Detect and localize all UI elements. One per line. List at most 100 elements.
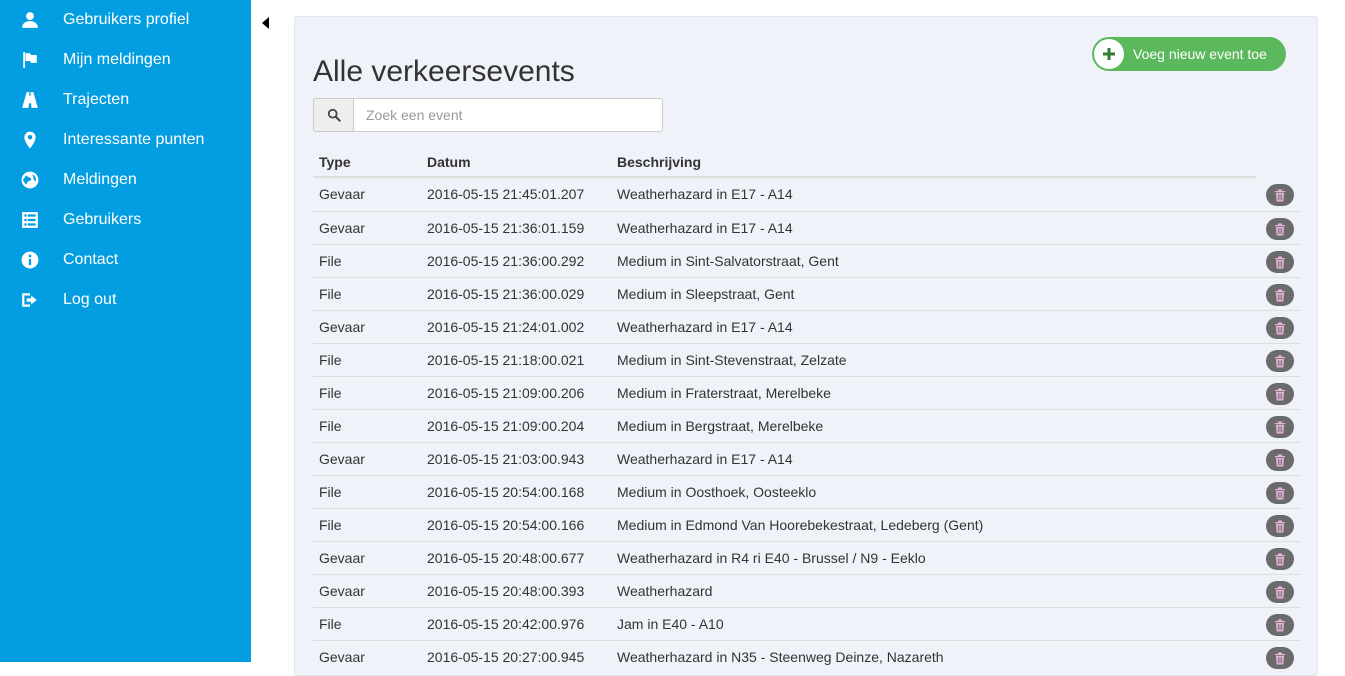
sidebar-item-gebruikers-profiel[interactable]: Gebruikers profiel [0,0,251,40]
cell-date: 2016-05-15 21:45:01.207 [427,186,585,202]
sidebar-item-label: Contact [63,251,119,268]
cell-date: 2016-05-15 20:27:00.945 [427,649,585,665]
cell-date: 2016-05-15 20:42:00.976 [427,616,585,632]
cell-date: 2016-05-15 21:09:00.206 [427,385,585,401]
delete-button[interactable] [1266,383,1294,405]
cell-description: Weatherhazard in R4 ri E40 - Brussel / N… [617,550,926,566]
table-row[interactable]: File 2016-05-15 21:36:00.292 Medium in Sin… [313,244,1300,277]
table-row[interactable]: Gevaar 2016-05-15 20:48:00.677 Weatherhaza… [313,541,1300,574]
sidebar-item-mijn-meldingen[interactable]: Mijn meldingen [0,40,251,80]
cell-description: Weatherhazard [617,583,713,599]
cell-date: 2016-05-15 21:36:00.292 [427,253,585,269]
table-row[interactable]: Gevaar 2016-05-15 21:45:01.207 Weatherhaza… [313,178,1300,211]
cell-description: Weatherhazard in E17 - A14 [617,451,793,467]
delete-button[interactable] [1266,515,1294,537]
delete-button[interactable] [1266,581,1294,603]
column-header-beschrijving[interactable]: Beschrijving [617,154,701,170]
table-row[interactable]: File 2016-05-15 21:18:00.021 Medium in Sin… [313,343,1300,376]
sidebar-item-gebruikers[interactable]: Gebruikers [0,200,251,240]
trash-icon [1275,487,1285,499]
trash-icon [1275,421,1285,433]
sidebar: Gebruikers profiel Mijn meldingen Trajec… [0,0,251,662]
sidebar-item-label: Interessante punten [63,131,205,148]
table-row[interactable]: File 2016-05-15 21:09:00.206 Medium in Fra… [313,376,1300,409]
sidebar-item-meldingen[interactable]: Meldingen [0,160,251,200]
delete-button[interactable] [1266,251,1294,273]
column-header-datum[interactable]: Datum [427,154,471,170]
delete-button[interactable] [1266,482,1294,504]
table-row[interactable]: Gevaar 2016-05-15 21:03:00.943 Weatherhaza… [313,442,1300,475]
cell-description: Medium in Edmond Van Hoorebekestraat, Le… [617,517,984,533]
cell-description: Medium in Sint-Stevenstraat, Zelzate [617,352,847,368]
table-row[interactable]: File 2016-05-15 21:09:00.204 Medium in Ber… [313,409,1300,442]
cell-type: File [319,616,342,632]
cell-type: Gevaar [319,186,365,202]
sidebar-item-log-out[interactable]: Log out [0,280,251,320]
table-row[interactable]: File 2016-05-15 20:54:00.168 Medium in Oos… [313,475,1300,508]
table-row[interactable]: Gevaar 2016-05-15 21:36:01.159 Weatherhaza… [313,211,1300,244]
search-group [313,98,663,132]
delete-button[interactable] [1266,647,1294,669]
road-icon [20,90,40,110]
map-marker-icon [20,130,40,150]
cell-type: Gevaar [319,319,365,335]
add-event-button[interactable]: Voeg nieuw event toe [1092,37,1286,71]
cell-description: Weatherhazard in E17 - A14 [617,220,793,236]
info-icon [20,250,40,270]
table-row[interactable]: File 2016-05-15 20:42:00.976 Jam in E40 - … [313,607,1300,640]
sidebar-item-label: Gebruikers [63,211,142,228]
delete-button[interactable] [1266,614,1294,636]
sidebar-item-label: Gebruikers profiel [63,11,190,28]
sidebar-item-interessante-punten[interactable]: Interessante punten [0,120,251,160]
table-row[interactable]: File 2016-05-15 20:54:00.166 Medium in Edm… [313,508,1300,541]
search-icon [313,98,353,132]
cell-description: Medium in Fraterstraat, Merelbeke [617,385,831,401]
delete-button[interactable] [1266,284,1294,306]
delete-button[interactable] [1266,548,1294,570]
trash-icon [1275,322,1285,334]
delete-button[interactable] [1266,184,1294,206]
trash-icon [1275,189,1285,201]
cell-date: 2016-05-15 21:36:01.159 [427,220,585,236]
cell-date: 2016-05-15 21:03:00.943 [427,451,585,467]
cell-description: Weatherhazard in E17 - A14 [617,186,793,202]
cell-type: Gevaar [319,649,365,665]
trash-icon [1275,223,1285,235]
delete-button[interactable] [1266,416,1294,438]
cell-description: Weatherhazard in N35 - Steenweg Deinze, … [617,649,944,665]
cell-type: Gevaar [319,451,365,467]
table-row[interactable]: Gevaar 2016-05-15 21:24:01.002 Weatherhaza… [313,310,1300,343]
sidebar-item-label: Trajecten [63,91,130,108]
trash-icon [1275,619,1285,631]
trash-icon [1275,454,1285,466]
table-row[interactable]: Gevaar 2016-05-15 20:27:00.945 Weatherhaza… [313,640,1300,673]
cell-type: File [319,385,342,401]
sidebar-toggle-icon[interactable] [261,15,271,31]
sidebar-item-contact[interactable]: Contact [0,240,251,280]
sidebar-item-label: Log out [63,291,117,308]
cell-type: Gevaar [319,583,365,599]
cell-type: File [319,418,342,434]
cell-date: 2016-05-15 21:18:00.021 [427,352,585,368]
cell-date: 2016-05-15 21:09:00.204 [427,418,585,434]
flag-icon [20,50,40,70]
cell-description: Medium in Sint-Salvatorstraat, Gent [617,253,839,269]
trash-icon [1275,553,1285,565]
cell-type: File [319,253,342,269]
delete-button[interactable] [1266,317,1294,339]
delete-button[interactable] [1266,218,1294,240]
user-icon [20,10,40,30]
trash-icon [1275,652,1285,664]
sidebar-item-trajecten[interactable]: Trajecten [0,80,251,120]
cell-date: 2016-05-15 21:24:01.002 [427,319,585,335]
cell-date: 2016-05-15 20:48:00.677 [427,550,585,566]
search-input[interactable] [353,98,663,132]
cell-date: 2016-05-15 20:48:00.393 [427,583,585,599]
delete-button[interactable] [1266,449,1294,471]
table-row[interactable]: File 2016-05-15 21:36:00.029 Medium in Sle… [313,277,1300,310]
column-header-type[interactable]: Type [319,154,351,170]
events-table: Type Datum Beschrijving Gevaar 2016-05-15… [313,151,1300,673]
cell-date: 2016-05-15 20:54:00.168 [427,484,585,500]
table-row[interactable]: Gevaar 2016-05-15 20:48:00.393 Weatherhaza… [313,574,1300,607]
delete-button[interactable] [1266,350,1294,372]
